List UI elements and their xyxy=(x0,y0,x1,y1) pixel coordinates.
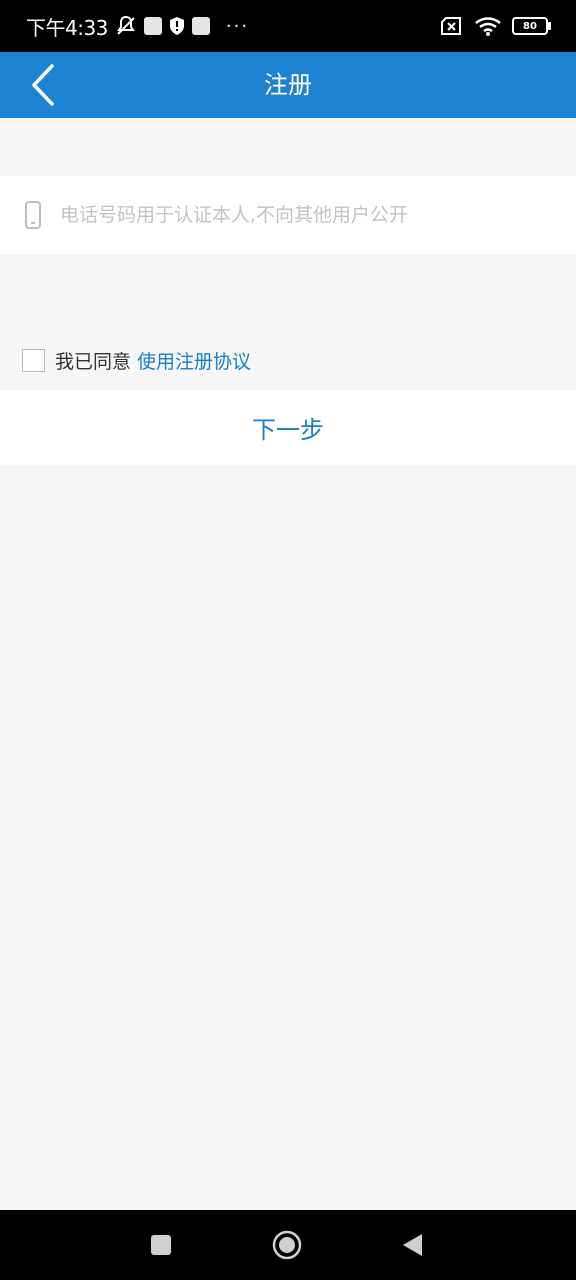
app-bar: 注册 xyxy=(0,52,576,118)
status-right: 80 xyxy=(440,0,551,52)
next-button-label: 下一步 xyxy=(252,416,324,444)
status-left: 下午4:33 ··· xyxy=(26,0,249,52)
more-icon: ··· xyxy=(225,15,250,37)
next-button[interactable]: 下一步 xyxy=(0,390,576,465)
triangle-back-icon xyxy=(403,1234,422,1256)
sim-off-icon xyxy=(441,17,461,35)
status-bar: 下午4:33 ··· 80 xyxy=(0,0,576,52)
recent-apps-button[interactable] xyxy=(146,1230,176,1260)
agree-text: 我已同意 xyxy=(55,350,132,373)
notification-icon xyxy=(191,17,210,35)
square-icon xyxy=(151,1235,171,1255)
system-nav-bar xyxy=(0,1210,576,1280)
home-button[interactable] xyxy=(272,1230,302,1260)
notification-icon xyxy=(143,17,162,35)
status-time: 下午4:33 xyxy=(26,15,108,40)
shield-icon xyxy=(169,17,184,35)
back-nav-button[interactable] xyxy=(398,1230,428,1260)
phone-icon xyxy=(25,201,41,229)
agree-checkbox[interactable] xyxy=(22,348,45,372)
battery-icon: 80 xyxy=(512,17,551,35)
page-title: 注册 xyxy=(264,71,312,99)
phone-field-row xyxy=(0,176,576,254)
wifi-icon xyxy=(475,17,501,36)
phone-input[interactable] xyxy=(60,195,550,235)
circle-home-icon xyxy=(272,1230,302,1260)
battery-level: 80 xyxy=(523,20,537,32)
agreement-row: 我已同意 使用注册协议 xyxy=(22,347,251,373)
agreement-link[interactable]: 使用注册协议 xyxy=(137,347,251,374)
mute-icon xyxy=(117,15,135,35)
